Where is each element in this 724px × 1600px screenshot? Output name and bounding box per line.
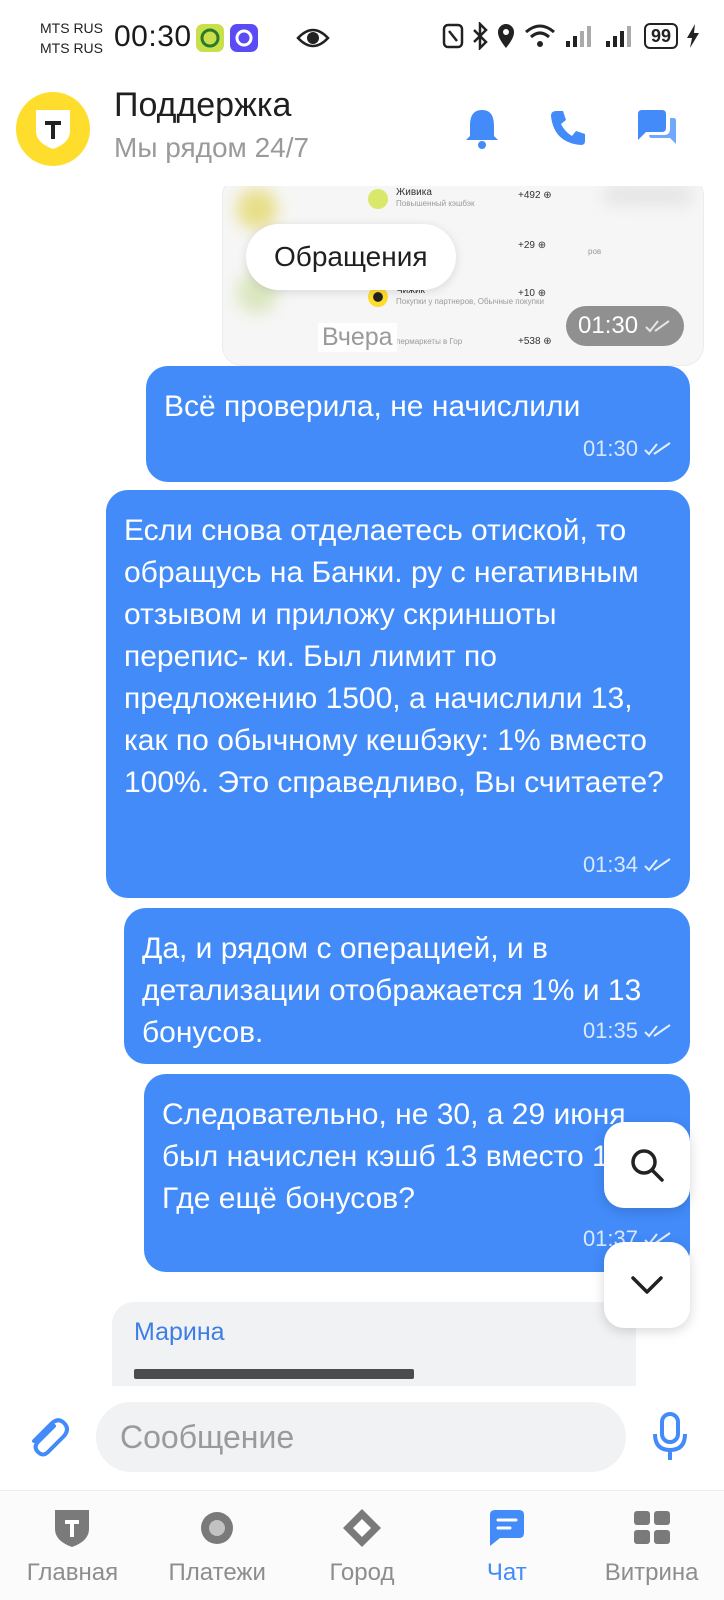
carrier-2: MTS RUS [40,40,103,56]
wifi-icon [524,24,555,47]
status-time: 00:30 [114,20,192,53]
message-input[interactable] [96,1402,626,1472]
app-notification-icon [196,24,224,52]
message-composer [0,1386,724,1490]
double-check-icon [644,1024,671,1038]
microphone-icon [653,1412,687,1460]
chat-header: Поддержка Мы рядом 24/7 [0,78,724,186]
tab-city[interactable]: Город [290,1491,435,1600]
signal-icon-2 [605,26,631,47]
blurred-region [237,189,277,229]
chats-button[interactable] [630,102,682,154]
message-time: 01:35 [582,1018,638,1043]
chevron-down-icon [631,1276,663,1294]
chat-bubbles-icon [638,110,676,144]
tab-label: Чат [486,1559,527,1586]
message-meta: 01:35 [583,1010,672,1052]
message-time: 01:34 [582,852,638,877]
support-avatar[interactable] [16,92,90,166]
nfc-icon [442,23,464,49]
status-icons: 99 [442,22,700,50]
search-icon [631,1149,664,1182]
tab-home[interactable]: Главная [0,1491,145,1600]
bottom-navigation: Главная Платежи Город Чат Витрина [0,1490,724,1600]
call-button[interactable] [542,102,594,154]
incoming-message[interactable]: Марина [112,1302,636,1386]
message-author: Марина [134,1318,225,1346]
message-text: Если снова отделаетесь отиской, то обращ… [124,514,664,799]
section-label: Обращения [246,224,456,290]
tab-label: Витрина [604,1559,699,1586]
chat-messages[interactable]: Живика Повышенный кэшбэк +492 ⊕ ров +29 … [0,186,724,1386]
paperclip-icon [32,1418,69,1457]
location-icon [497,24,514,48]
message-meta: 01:30 [583,428,672,470]
phone-icon [551,111,585,145]
shield-icon [55,1510,90,1547]
chat-subtitle: Мы рядом 24/7 [114,132,310,163]
chat-title: Поддержка [114,86,292,124]
charging-icon [687,24,699,48]
chat-icon [489,1510,524,1546]
tab-showcase[interactable]: Витрина [579,1491,724,1600]
notifications-button[interactable] [456,102,508,154]
circle-icon [201,1512,234,1544]
double-check-icon [644,442,671,456]
app-notification-icon-2 [230,24,258,52]
image-timestamp: 01:30 [566,306,684,346]
preview-row: Живика Повышенный кэшбэк +492 ⊕ [368,187,578,217]
carrier-1: MTS RUS [40,20,103,36]
battery-level: 99 [643,23,678,49]
message-text: Следовательно, не 30, а 29 июня был начи… [162,1098,668,1215]
message-time: 01:30 [582,436,638,461]
tab-label: Платежи [168,1559,266,1586]
double-check-icon [645,320,670,333]
tab-payments[interactable]: Платежи [145,1491,290,1600]
double-check-icon [644,858,671,872]
bluetooth-icon [473,22,488,50]
outgoing-message[interactable]: Да, и рядом с операцией, и в детализации… [124,908,690,1064]
preview-row: пермаркеты в Гор +538 ⊕ [396,336,552,347]
date-separator: Вчера [318,323,397,352]
outgoing-message[interactable]: Если снова отделаетесь отиской, то обращ… [106,490,690,898]
grid-icon [633,1511,670,1544]
tab-label: Главная [26,1559,119,1586]
outgoing-message[interactable]: Всё проверила, не начислили 01:30 [146,366,690,482]
tbank-logo-icon [36,110,70,149]
blurred-region [603,186,693,205]
message-text-truncated [134,1369,414,1379]
tab-label: Город [329,1559,395,1586]
message-text: Всё проверила, не начислили [164,390,581,423]
search-button[interactable] [604,1122,690,1208]
diamond-icon [342,1509,381,1547]
carrier-labels: MTS RUS MTS RUS [40,18,103,58]
voice-message-button[interactable] [652,1412,688,1467]
signal-icon-1 [565,26,591,47]
scroll-down-button[interactable] [604,1242,690,1328]
tab-chat[interactable]: Чат [434,1491,579,1600]
eye-icon [296,25,330,56]
attach-button[interactable] [24,1414,72,1467]
bell-icon [466,110,498,149]
message-meta: 01:34 [583,844,672,886]
status-bar: MTS RUS MTS RUS 00:30 99 [0,0,724,78]
